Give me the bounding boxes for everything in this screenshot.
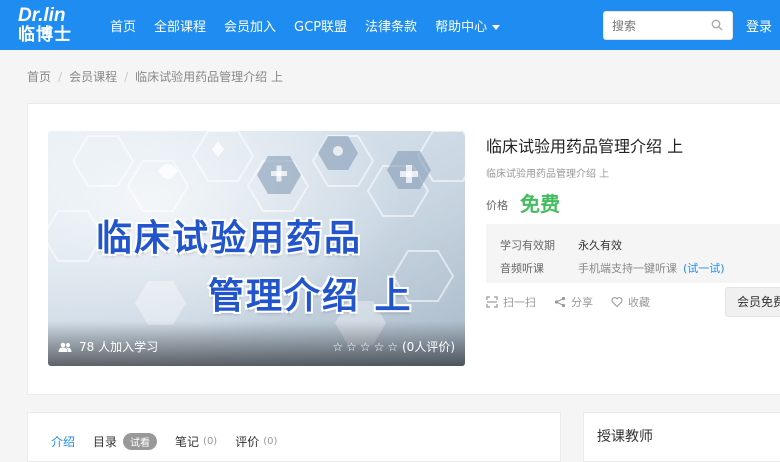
- teacher-heading: 授课教师: [597, 429, 653, 445]
- tab-intro[interactable]: 介绍: [51, 433, 75, 450]
- cover-title-line-2: 管理介绍 上: [208, 276, 413, 317]
- star-empty-icon: ☆: [359, 340, 371, 354]
- tab-catalog[interactable]: 目录 试看: [93, 433, 158, 450]
- breadcrumb-separator: /: [58, 70, 63, 84]
- logo-text-latin: Dr.lin: [18, 5, 66, 26]
- scan-qr-action[interactable]: 扫一扫: [486, 294, 536, 310]
- breadcrumb-member-courses[interactable]: 会员课程: [69, 70, 117, 84]
- favorite-label: 收藏: [628, 296, 650, 309]
- trial-badge: 试看: [123, 433, 158, 450]
- course-info-box: 学习有效期 永久有效 音频听课 手机端支持一键听课 (试一试): [486, 224, 780, 283]
- validity-value: 永久有效: [578, 239, 622, 252]
- teacher-panel: 授课教师: [583, 412, 780, 462]
- scan-icon: [486, 296, 498, 308]
- star-empty-icon: ☆: [346, 340, 357, 354]
- nav-item-help-label: 帮助中心: [435, 19, 488, 35]
- breadcrumb-current: 临床试验用药品管理介绍 上: [135, 70, 283, 84]
- audio-try-link[interactable]: (试一试): [683, 262, 725, 275]
- price-value: 免费: [520, 192, 560, 216]
- star-empty-icon: ☆: [373, 340, 385, 354]
- audio-label: 音频听课: [500, 262, 544, 275]
- people-icon: [58, 342, 72, 352]
- tab-reviews-count: (0): [263, 436, 278, 447]
- breadcrumb-separator: /: [124, 70, 129, 84]
- learners-count: 78 人加入学习: [58, 338, 158, 355]
- nav-item-legal[interactable]: 法律条款: [365, 16, 417, 35]
- course-title: 临床试验用药品管理介绍 上: [486, 137, 684, 156]
- course-subtitle: 临床试验用药品管理介绍 上: [486, 169, 610, 180]
- share-label: 分享: [571, 296, 593, 309]
- chevron-down-icon: [492, 24, 501, 30]
- cover-title-line-1: 临床试验用药品: [96, 218, 363, 259]
- share-icon: [554, 296, 566, 308]
- audio-value: 手机端支持一键听课: [578, 262, 677, 275]
- rating-count: (0人评价): [402, 340, 455, 354]
- price-label: 价格: [486, 199, 508, 212]
- heart-icon: [611, 297, 623, 308]
- tab-notes-label: 笔记: [175, 435, 200, 449]
- course-rating: ☆ ☆ ☆ ☆ ☆ (0人评价): [329, 338, 455, 355]
- logo[interactable]: Dr.lin 临博士: [18, 6, 84, 46]
- nav-item-gcp-alliance[interactable]: GCP联盟: [294, 16, 347, 35]
- validity-label: 学习有效期: [500, 239, 555, 252]
- course-actions: 扫一扫 分享 收藏: [486, 294, 668, 310]
- audio-row: 音频听课 手机端支持一键听课 (试一试): [500, 260, 725, 276]
- share-action[interactable]: 分享: [554, 294, 593, 310]
- tab-notes-count: (0): [203, 436, 218, 447]
- favorite-action[interactable]: 收藏: [611, 294, 650, 310]
- nav-item-home[interactable]: 首页: [110, 16, 136, 35]
- tab-catalog-label: 目录: [93, 435, 118, 449]
- validity-row: 学习有效期 永久有效: [500, 237, 622, 253]
- login-link[interactable]: 登录: [746, 16, 772, 35]
- star-empty-icon: ☆: [332, 340, 344, 354]
- member-free-study-button[interactable]: 会员免费学: [725, 287, 780, 317]
- learners-number: 78: [79, 339, 95, 354]
- star-empty-icon: ☆: [387, 340, 399, 354]
- top-navigation-bar: Dr.lin 临博士 首页 全部课程 会员加入 GCP联盟 法律条款 帮助中心 …: [0, 0, 780, 50]
- logo-text-chinese: 临博士: [18, 25, 72, 44]
- main-nav: 首页 全部课程 会员加入 GCP联盟 法律条款 帮助中心: [110, 0, 518, 50]
- tab-intro-label: 介绍: [51, 435, 76, 449]
- nav-item-help-center[interactable]: 帮助中心: [435, 16, 501, 35]
- nav-item-membership[interactable]: 会员加入: [224, 16, 276, 35]
- breadcrumb-home[interactable]: 首页: [27, 70, 51, 84]
- course-tabs-panel: 介绍 目录 试看 笔记 (0) 评价 (0): [27, 412, 561, 462]
- tab-notes[interactable]: 笔记 (0): [175, 433, 217, 450]
- search-icon[interactable]: [711, 19, 723, 31]
- scan-label: 扫一扫: [503, 296, 536, 309]
- breadcrumb: 首页 / 会员课程 / 临床试验用药品管理介绍 上: [27, 68, 283, 85]
- nav-item-all-courses[interactable]: 全部课程: [154, 16, 206, 35]
- course-tabs: 介绍 目录 试看 笔记 (0) 评价 (0): [51, 433, 295, 450]
- search-box: [603, 11, 733, 40]
- course-cover-image[interactable]: 临床试验用药品 管理介绍 上 78 人加入学习 ☆ ☆ ☆ ☆ ☆ (0人评价): [48, 131, 465, 366]
- tab-reviews-label: 评价: [235, 435, 260, 449]
- search-input[interactable]: [604, 12, 704, 39]
- tab-reviews[interactable]: 评价 (0): [235, 433, 277, 450]
- learners-suffix: 人加入学习: [98, 340, 159, 354]
